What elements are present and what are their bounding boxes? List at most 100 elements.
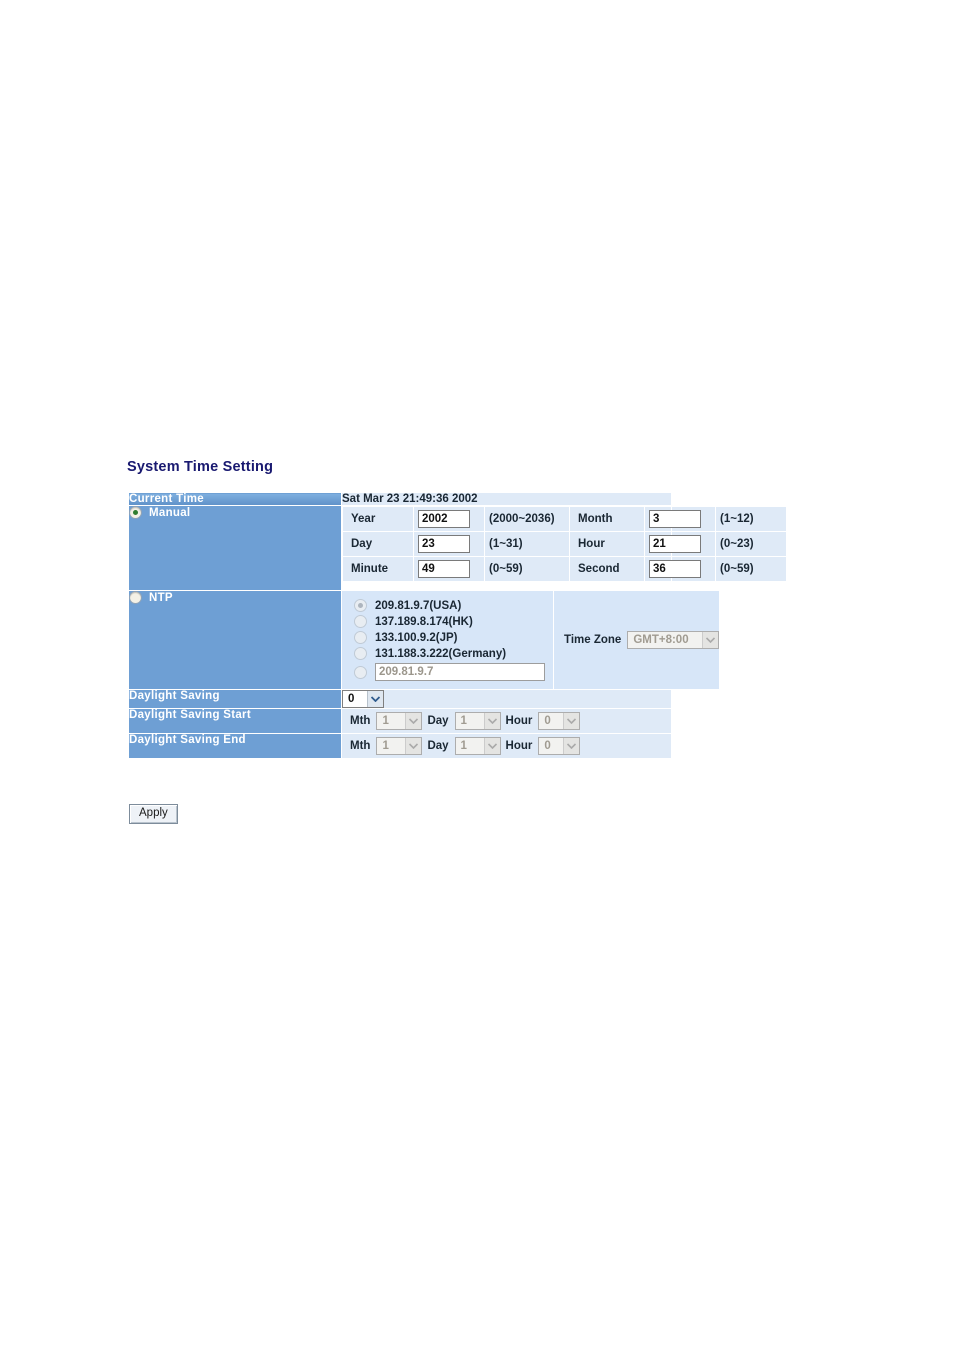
daylight-saving-select[interactable]: 0: [342, 690, 384, 708]
daylight-saving-end-fields: Mth 1 Day 1 Hour 0: [342, 734, 671, 759]
chevron-down-icon: [405, 738, 422, 755]
year-input-cell: [413, 506, 485, 532]
dst-end-month-select[interactable]: 1: [376, 737, 423, 756]
dst-end-hour-select[interactable]: 0: [538, 737, 581, 756]
hour-input-cell: [644, 531, 716, 557]
dst-end-day-value: 1: [460, 740, 467, 753]
ntp-body-cell: 209.81.9.7(USA) 137.189.8.174(HK) 133.10…: [341, 590, 720, 690]
ntp-server-radio-jp[interactable]: [354, 631, 367, 644]
ntp-layout: 209.81.9.7(USA) 137.189.8.174(HK) 133.10…: [342, 591, 720, 689]
day-input[interactable]: [418, 535, 470, 553]
ntp-radio-row[interactable]: NTP: [129, 591, 341, 604]
manual-fields-table: Year (2000~2036) Month (1~12): [342, 506, 787, 582]
dst-start-day-select[interactable]: 1: [454, 712, 501, 731]
hour-input[interactable]: [649, 535, 701, 553]
manual-radio-row[interactable]: Manual: [129, 506, 341, 519]
dst-end-day-select[interactable]: 1: [454, 737, 501, 756]
dst-start-hour-select[interactable]: 0: [538, 712, 581, 731]
dst-end-hour-value: 0: [544, 740, 551, 753]
dst-end-month-label: Mth: [350, 740, 371, 753]
manual-row-day-hour: Day (1~31) Hour (0~23): [342, 531, 787, 557]
table-row-daylight-saving-start: Daylight Saving Start Mth 1 Day 1 Hour 0: [128, 708, 672, 735]
time-zone-area: Time Zone GMT+8:00: [554, 591, 720, 689]
month-input[interactable]: [649, 510, 701, 528]
dst-start-day-value: 1: [460, 715, 467, 728]
chevron-down-icon: [702, 632, 719, 648]
time-zone-value: GMT+8:00: [633, 634, 689, 646]
chevron-down-icon: [483, 738, 500, 755]
dst-end-month-value: 1: [382, 740, 389, 753]
month-input-cell: [644, 506, 716, 532]
daylight-saving-end-fields-cell: Mth 1 Day 1 Hour 0: [341, 733, 672, 760]
daylight-saving-start-label: Daylight Saving Start: [128, 708, 342, 735]
manual-row-year-month: Year (2000~2036) Month (1~12): [342, 506, 787, 532]
dst-start-month-select[interactable]: 1: [376, 712, 423, 731]
manual-section-header: Manual: [128, 505, 342, 591]
ntp-server-option-hk[interactable]: 137.189.8.174(HK): [354, 615, 553, 628]
dst-end-hour-label: Hour: [505, 740, 533, 753]
minute-label: Minute: [342, 556, 414, 582]
manual-radio[interactable]: [129, 506, 142, 519]
ntp-server-option-usa[interactable]: 209.81.9.7(USA): [354, 599, 553, 612]
dst-end-day-label: Day: [427, 740, 449, 753]
dst-start-hour-value: 0: [544, 715, 551, 728]
ntp-custom-server-input[interactable]: [375, 663, 545, 681]
daylight-saving-end-label: Daylight Saving End: [128, 733, 342, 760]
minute-range: (0~59): [484, 556, 570, 582]
ntp-server-option-custom[interactable]: [354, 663, 553, 681]
minute-input-cell: [413, 556, 485, 582]
manual-label: Manual: [149, 506, 191, 519]
second-range: (0~59): [715, 556, 787, 582]
day-input-cell: [413, 531, 485, 557]
ntp-server-list: 209.81.9.7(USA) 137.189.8.174(HK) 133.10…: [342, 591, 554, 689]
second-input[interactable]: [649, 560, 701, 578]
month-label: Month: [569, 506, 645, 532]
year-input[interactable]: [418, 510, 470, 528]
ntp-server-label-jp: 133.100.9.2(JP): [375, 631, 458, 644]
chevron-down-icon: [563, 738, 580, 755]
month-range: (1~12): [715, 506, 787, 532]
ntp-server-radio-custom[interactable]: [354, 665, 367, 679]
dst-start-month-label: Mth: [350, 715, 371, 728]
hour-label: Hour: [569, 531, 645, 557]
second-input-cell: [644, 556, 716, 582]
daylight-saving-value-cell: 0: [341, 688, 672, 710]
second-label: Second: [569, 556, 645, 582]
chevron-down-icon: [405, 713, 422, 730]
chevron-down-icon: [563, 713, 580, 730]
manual-row-minute-second: Minute (0~59) Second (0~59): [342, 556, 787, 582]
ntp-server-radio-hk[interactable]: [354, 615, 367, 628]
system-time-settings-table: Current Time Sat Mar 23 21:49:36 2002 Ma…: [128, 492, 787, 760]
ntp-section-header: NTP: [128, 590, 342, 690]
day-range: (1~31): [484, 531, 570, 557]
daylight-saving-label: Daylight Saving: [128, 688, 342, 710]
ntp-server-radio-usa[interactable]: [354, 599, 367, 612]
ntp-server-label-usa: 209.81.9.7(USA): [375, 599, 462, 612]
dst-start-day-label: Day: [427, 715, 449, 728]
ntp-server-option-jp[interactable]: 133.100.9.2(JP): [354, 631, 553, 644]
ntp-server-option-germany[interactable]: 131.188.3.222(Germany): [354, 647, 553, 660]
ntp-radio[interactable]: [129, 591, 142, 604]
current-time-label: Current Time: [128, 492, 342, 506]
day-label: Day: [342, 531, 414, 557]
page-title: System Time Setting: [127, 459, 274, 475]
time-zone-select[interactable]: GMT+8:00: [627, 631, 720, 649]
ntp-server-radio-germany[interactable]: [354, 647, 367, 660]
table-row-ntp: NTP 209.81.9.7(USA) 137.189.8.174(HK) 13…: [128, 590, 720, 690]
dst-start-month-value: 1: [382, 715, 389, 728]
ntp-label: NTP: [149, 591, 173, 604]
table-row-daylight-saving: Daylight Saving 0: [128, 688, 672, 710]
apply-button[interactable]: Apply: [129, 804, 178, 824]
daylight-saving-start-fields-cell: Mth 1 Day 1 Hour 0: [341, 708, 672, 735]
time-zone-label: Time Zone: [564, 634, 622, 646]
year-range: (2000~2036): [484, 506, 570, 532]
dst-start-hour-label: Hour: [505, 715, 533, 728]
ntp-server-label-hk: 137.189.8.174(HK): [375, 615, 473, 628]
minute-input[interactable]: [418, 560, 470, 578]
daylight-saving-start-fields: Mth 1 Day 1 Hour 0: [342, 709, 671, 734]
manual-fields-cell: Year (2000~2036) Month (1~12): [341, 505, 787, 591]
ntp-server-label-germany: 131.188.3.222(Germany): [375, 647, 507, 660]
current-time-value: Sat Mar 23 21:49:36 2002: [341, 492, 672, 506]
chevron-down-icon: [483, 713, 500, 730]
chevron-down-icon: [367, 691, 383, 707]
